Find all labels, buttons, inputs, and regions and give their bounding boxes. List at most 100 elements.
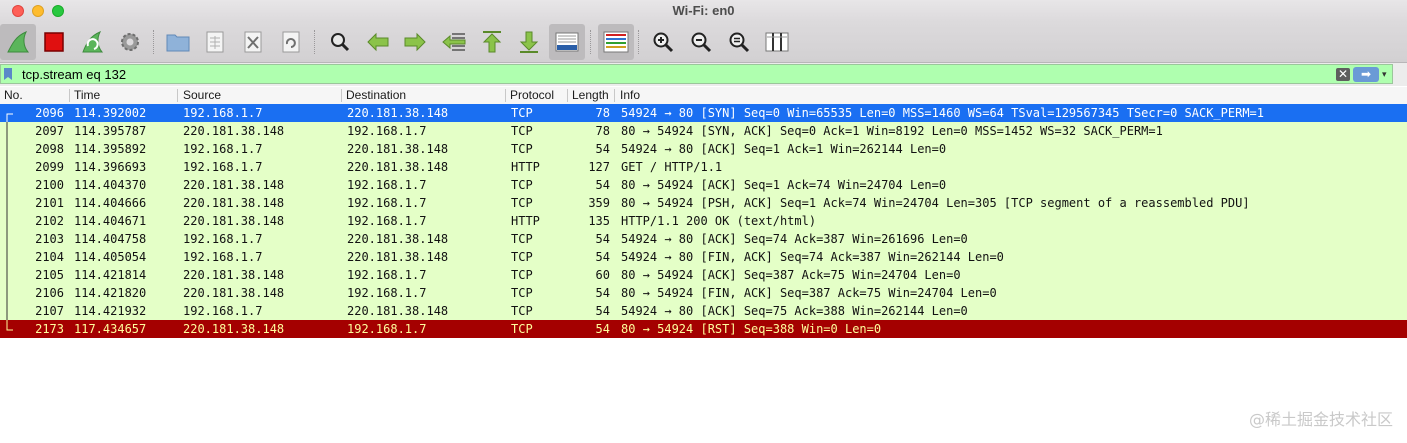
bookmark-icon[interactable] xyxy=(4,68,12,80)
reload-document-icon xyxy=(282,31,300,53)
column-header-no[interactable]: No. xyxy=(4,88,23,102)
column-header-source[interactable]: Source xyxy=(183,88,221,102)
stop-capture-button[interactable] xyxy=(36,24,72,60)
column-header-info[interactable]: Info xyxy=(620,88,640,102)
reload-file-button[interactable] xyxy=(273,24,309,60)
packet-destination: 192.168.1.7 xyxy=(347,124,427,138)
apply-filter-button[interactable]: ➡ xyxy=(1353,67,1379,82)
zoom-out-button[interactable] xyxy=(683,24,719,60)
display-filter-input[interactable]: tcp.stream eq 132 ✕ ➡ ▾ xyxy=(0,64,1393,84)
display-filter-text[interactable]: tcp.stream eq 132 xyxy=(22,67,126,82)
packet-length: 54 xyxy=(595,178,610,192)
related-packet-marker xyxy=(6,230,8,248)
arrow-bottom-icon xyxy=(519,31,539,53)
go-forward-button[interactable] xyxy=(397,24,433,60)
packet-row[interactable]: 2105 114.421814 220.181.38.148 192.168.1.7 T… xyxy=(0,266,1407,284)
packet-length: 135 xyxy=(588,214,610,228)
packet-protocol: TCP xyxy=(511,304,533,318)
column-divider[interactable] xyxy=(177,89,178,102)
related-packet-marker xyxy=(6,140,8,158)
packet-row[interactable]: 2107 114.421932 192.168.1.7 220.181.38.148 T… xyxy=(0,302,1407,320)
packet-protocol: TCP xyxy=(511,196,533,210)
resize-columns-button[interactable] xyxy=(759,24,795,60)
packet-row[interactable]: 2096 114.392002 192.168.1.7 220.181.38.148 T… xyxy=(0,104,1407,122)
related-packet-marker xyxy=(6,122,8,140)
packet-list: 2096 114.392002 192.168.1.7 220.181.38.148 T… xyxy=(0,104,1407,338)
zoom-out-icon xyxy=(691,32,712,53)
arrow-top-icon xyxy=(482,31,502,53)
go-last-button[interactable] xyxy=(511,24,547,60)
packet-row[interactable]: 2106 114.421820 220.181.38.148 192.168.1.7 T… xyxy=(0,284,1407,302)
close-file-button[interactable] xyxy=(235,24,271,60)
packet-info: 80 → 54924 [ACK] Seq=387 Ack=75 Win=2470… xyxy=(621,268,961,282)
related-packet-marker xyxy=(6,212,8,230)
packet-row[interactable]: 2098 114.395892 192.168.1.7 220.181.38.148 T… xyxy=(0,140,1407,158)
go-to-packet-button[interactable] xyxy=(436,24,472,60)
resize-columns-icon xyxy=(765,32,789,52)
packet-source: 220.181.38.148 xyxy=(183,124,285,138)
packet-list-header: No. Time Source Destination Protocol Len… xyxy=(0,87,1407,105)
toolbar-separator xyxy=(314,30,316,54)
column-divider[interactable] xyxy=(505,89,506,102)
packet-info: 80 → 54924 [PSH, ACK] Seq=1 Ack=74 Win=2… xyxy=(621,196,1250,210)
arrow-left-icon xyxy=(367,32,389,52)
related-packet-marker xyxy=(6,266,8,284)
zoom-in-button[interactable] xyxy=(645,24,681,60)
packet-source: 192.168.1.7 xyxy=(183,142,263,156)
packet-row[interactable]: 2101 114.404666 220.181.38.148 192.168.1.7 T… xyxy=(0,194,1407,212)
start-capture-button[interactable] xyxy=(0,24,36,60)
gear-icon xyxy=(121,33,139,51)
restart-capture-button[interactable] xyxy=(74,24,110,60)
column-divider[interactable] xyxy=(69,89,70,102)
column-header-destination[interactable]: Destination xyxy=(346,88,406,102)
packet-info: 54924 → 80 [FIN, ACK] Seq=74 Ack=387 Win… xyxy=(621,250,1004,264)
go-first-button[interactable] xyxy=(474,24,510,60)
clear-filter-button[interactable]: ✕ xyxy=(1336,68,1350,81)
go-back-button[interactable] xyxy=(360,24,396,60)
packet-length: 359 xyxy=(588,196,610,210)
jump-to-packet-icon xyxy=(442,33,466,51)
column-divider[interactable] xyxy=(614,89,615,102)
save-file-button[interactable] xyxy=(197,24,233,60)
packet-row[interactable]: 2102 114.404671 220.181.38.148 192.168.1.7 H… xyxy=(0,212,1407,230)
packet-row[interactable]: 2104 114.405054 192.168.1.7 220.181.38.148 T… xyxy=(0,248,1407,266)
packet-row[interactable]: 2099 114.396693 192.168.1.7 220.181.38.148 H… xyxy=(0,158,1407,176)
packet-length: 54 xyxy=(595,142,610,156)
auto-scroll-button[interactable] xyxy=(549,24,585,60)
related-packet-marker xyxy=(6,194,8,212)
packet-info: 54924 → 80 [ACK] Seq=74 Ack=387 Win=2616… xyxy=(621,232,968,246)
zoom-normal-button[interactable] xyxy=(721,24,757,60)
packet-row[interactable]: 2103 114.404758 192.168.1.7 220.181.38.148 T… xyxy=(0,230,1407,248)
find-packet-button[interactable] xyxy=(322,24,358,60)
packet-info: 54924 → 80 [ACK] Seq=1 Ack=1 Win=262144 … xyxy=(621,142,947,156)
open-file-button[interactable] xyxy=(160,24,196,60)
colorize-button[interactable] xyxy=(598,24,634,60)
toolbar-separator xyxy=(638,30,640,54)
packet-destination: 192.168.1.7 xyxy=(347,196,427,210)
column-header-length[interactable]: Length xyxy=(572,88,609,102)
packet-time: 117.434657 xyxy=(74,322,147,336)
packet-protocol: TCP xyxy=(511,142,533,156)
close-document-icon xyxy=(244,31,262,53)
packet-protocol: TCP xyxy=(511,286,533,300)
packet-time: 114.396693 xyxy=(74,160,147,174)
packet-destination: 192.168.1.7 xyxy=(347,268,427,282)
packet-info: 80 → 54924 [FIN, ACK] Seq=387 Ack=75 Win… xyxy=(621,286,997,300)
shark-fin-icon xyxy=(7,31,30,53)
packet-destination: 220.181.38.148 xyxy=(347,106,449,120)
column-divider[interactable] xyxy=(567,89,568,102)
column-divider[interactable] xyxy=(341,89,342,102)
column-header-time[interactable]: Time xyxy=(74,88,100,102)
packet-protocol: TCP xyxy=(511,106,533,120)
packet-source: 220.181.38.148 xyxy=(183,196,285,210)
packet-row[interactable]: 2100 114.404370 220.181.38.148 192.168.1.7 T… xyxy=(0,176,1407,194)
packet-protocol: TCP xyxy=(511,232,533,246)
packet-row[interactable]: 2173 117.434657 220.181.38.148 192.168.1.7 T… xyxy=(0,320,1407,338)
chevron-down-icon[interactable]: ▾ xyxy=(1382,69,1387,80)
packet-row[interactable]: 2097 114.395787 220.181.38.148 192.168.1.7 T… xyxy=(0,122,1407,140)
capture-options-button[interactable] xyxy=(112,24,148,60)
column-header-protocol[interactable]: Protocol xyxy=(510,88,554,102)
packet-source: 220.181.38.148 xyxy=(183,214,285,228)
window-title: Wi-Fi: en0 xyxy=(672,3,735,18)
packet-time: 114.404666 xyxy=(74,196,147,210)
